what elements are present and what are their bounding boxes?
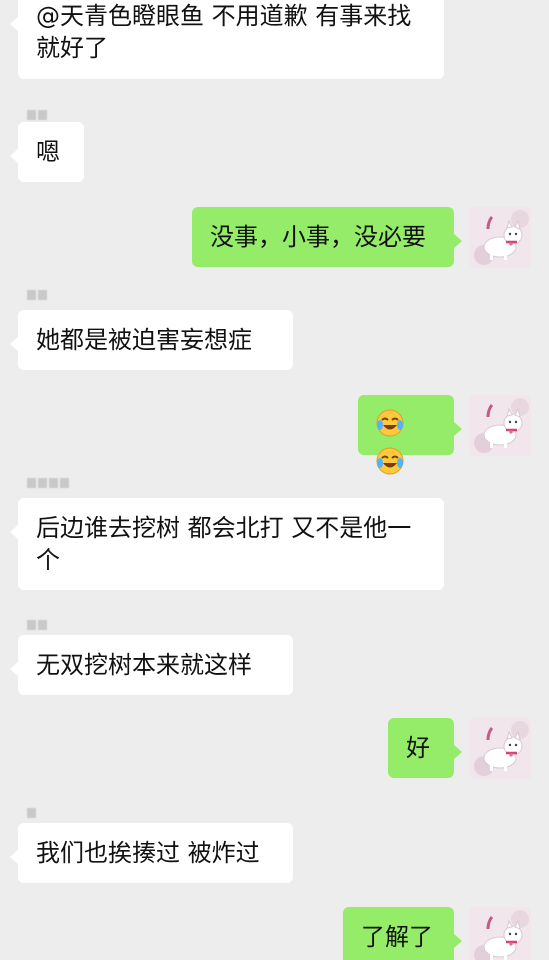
user-avatar[interactable] — [470, 907, 531, 960]
sender-name-redacted — [27, 808, 36, 818]
user-avatar[interactable] — [470, 207, 531, 268]
sender-name-redacted — [27, 290, 47, 300]
message-text: 无双挖树本来就这样 — [36, 651, 252, 679]
message-text: 嗯 — [36, 138, 60, 166]
message-text: 我们也挨揍过 被炸过 — [36, 839, 260, 867]
message-text: 了解了 — [361, 923, 433, 951]
message-text: 没事，小事，没必要 — [210, 223, 426, 251]
sender-name-redacted — [27, 478, 69, 488]
message-bubble-outgoing[interactable]: 好 — [388, 718, 462, 778]
white-cat-avatar-icon — [470, 395, 531, 456]
message-bubble-incoming[interactable]: 无双挖树本来就这样 — [10, 635, 293, 695]
message-text: @天青色瞪眼鱼 不用道歉 有事来找就好了 — [36, 2, 412, 62]
message-bubble-incoming[interactable]: 后边谁去挖树 都会北打 又不是他一个 — [10, 498, 444, 590]
user-avatar[interactable] — [470, 395, 531, 456]
sender-name-redacted — [27, 620, 47, 630]
message-bubble-incoming[interactable]: 我们也挨揍过 被炸过 — [10, 823, 293, 883]
message-bubble-incoming[interactable]: @天青色瞪眼鱼 不用道歉 有事来找就好了 — [10, 0, 444, 79]
message-bubble-outgoing[interactable]: 没事，小事，没必要 — [192, 207, 462, 267]
chat-view[interactable]: @天青色瞪眼鱼 不用道歉 有事来找就好了 嗯 没事，小事，没必要 她都是被迫害妄… — [0, 0, 549, 960]
message-text: 她都是被迫害妄想症 — [36, 326, 252, 354]
user-avatar[interactable] — [470, 718, 531, 779]
sender-name-redacted — [27, 110, 47, 120]
white-cat-avatar-icon — [470, 718, 531, 779]
message-bubble-outgoing[interactable]: 了解了 — [343, 907, 462, 960]
laughing-crying-emoji-icon — [375, 446, 405, 484]
white-cat-avatar-icon — [470, 907, 531, 960]
laughing-crying-emoji-icon — [375, 408, 405, 446]
message-text: 后边谁去挖树 都会北打 又不是他一个 — [36, 514, 412, 574]
white-cat-avatar-icon — [470, 207, 531, 268]
message-bubble-outgoing[interactable] — [358, 395, 462, 475]
message-bubble-incoming[interactable]: 她都是被迫害妄想症 — [10, 310, 293, 370]
message-text: 好 — [406, 734, 430, 762]
message-bubble-incoming[interactable]: 嗯 — [10, 122, 84, 182]
